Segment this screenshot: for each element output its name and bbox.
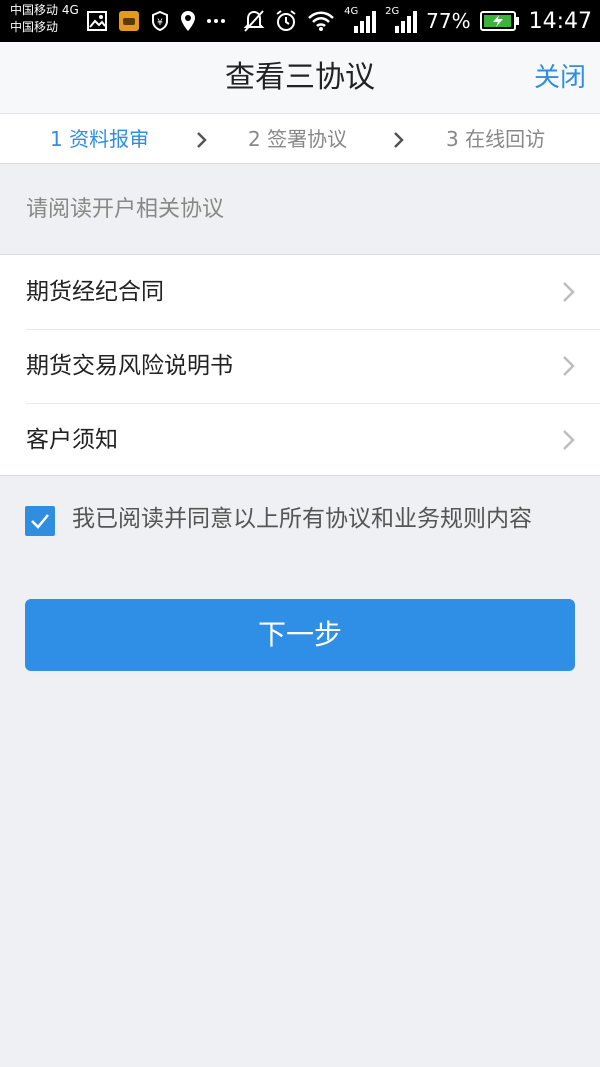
signal-icon <box>395 11 418 33</box>
signal-icon <box>354 11 377 33</box>
status-bar: 中国移动 4G 中国移动 ¥ 4G 2G 77% 14:47 <box>0 0 600 42</box>
step-3: 3 在线回访 <box>446 127 546 151</box>
chevron-right-icon <box>197 132 207 148</box>
signal-2g: 2G <box>385 6 418 34</box>
mute-icon <box>243 10 265 32</box>
chevron-right-icon <box>394 132 404 148</box>
location-icon <box>181 11 195 31</box>
agreement-item-brokerage-contract[interactable]: 期货经纪合同 <box>0 255 600 329</box>
carrier-1: 中国移动 4G <box>10 3 79 17</box>
alarm-icon <box>276 10 296 31</box>
signal-4g: 4G <box>344 6 377 34</box>
image-icon <box>87 11 107 31</box>
agreement-list: 期货经纪合同 期货交易风险说明书 客户须知 <box>0 254 600 476</box>
list-item-label: 期货经纪合同 <box>26 279 164 305</box>
battery-percent: 77% <box>426 9 471 33</box>
svg-text:¥: ¥ <box>157 18 163 28</box>
page-title: 查看三协议 <box>225 60 375 95</box>
section-hint: 请阅读开户相关协议 <box>26 197 225 222</box>
battery-charging-icon <box>479 11 519 31</box>
agree-checkbox[interactable] <box>25 506 55 536</box>
chevron-right-icon <box>563 430 575 450</box>
agreement-item-risk-disclosure[interactable]: 期货交易风险说明书 <box>0 329 600 403</box>
chevron-right-icon <box>563 282 575 302</box>
close-button[interactable]: 关闭 <box>534 42 586 114</box>
payment-icon: ¥ <box>152 10 168 32</box>
carrier-info: 中国移动 4G 中国移动 <box>10 2 79 36</box>
agree-text: 我已阅读并同意以上所有协议和业务规则内容 <box>72 506 532 532</box>
step-2: 2 签署协议 <box>248 127 348 151</box>
notification-icons: ¥ <box>86 8 226 34</box>
step-1: 1 资料报审 <box>50 127 150 151</box>
nav-bar: 查看三协议 关闭 <box>0 42 600 114</box>
list-item-label: 客户须知 <box>26 427 118 453</box>
list-item-label: 期货交易风险说明书 <box>26 353 233 379</box>
system-icons: 4G 2G 77% 14:47 <box>243 0 592 42</box>
clock: 14:47 <box>528 8 592 34</box>
checkmark-icon <box>31 514 49 529</box>
step-indicator: 1 资料报审 2 签署协议 3 在线回访 <box>0 114 600 164</box>
wifi-icon <box>308 11 335 31</box>
agreement-item-customer-notice[interactable]: 客户须知 <box>0 403 600 477</box>
next-step-button[interactable]: 下一步 <box>25 599 575 671</box>
carrier-2: 中国移动 <box>10 20 59 34</box>
chevron-right-icon <box>563 356 575 376</box>
more-icon <box>207 19 225 23</box>
app-notification-icon <box>119 11 139 31</box>
